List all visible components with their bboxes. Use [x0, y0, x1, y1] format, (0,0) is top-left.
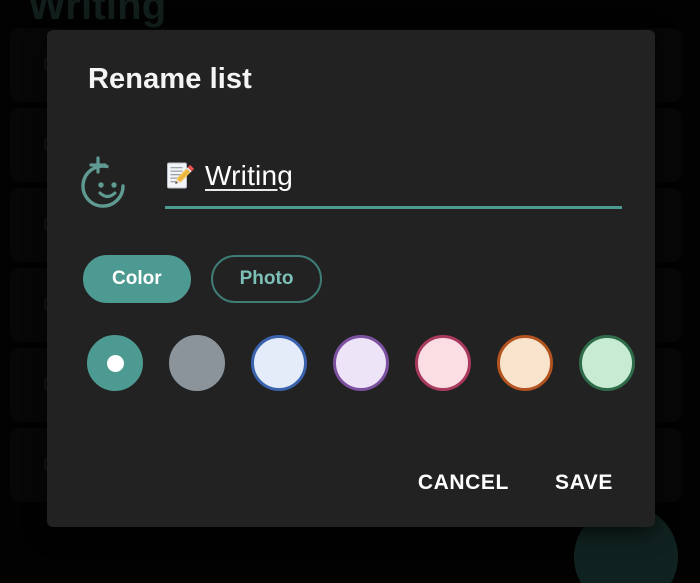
swatch-blue[interactable] — [251, 335, 307, 391]
tab-color[interactable]: Color — [83, 255, 191, 303]
tab-photo[interactable]: Photo — [210, 255, 323, 303]
rename-list-dialog: Rename list Writing Color Photo CANCEL S… — [47, 30, 655, 527]
list-name-value[interactable]: Writing — [205, 160, 293, 192]
save-button[interactable]: SAVE — [555, 471, 613, 495]
swatch-teal[interactable] — [87, 335, 143, 391]
swatch-selected-indicator — [106, 354, 124, 372]
add-emoji-icon[interactable] — [81, 152, 139, 210]
dialog-title: Rename list — [88, 63, 252, 95]
list-name-row: Writing — [81, 148, 626, 218]
memo-emoji — [165, 161, 195, 191]
cancel-button[interactable]: CANCEL — [418, 471, 509, 495]
list-name-field[interactable]: Writing — [165, 148, 626, 216]
swatch-mint[interactable] — [579, 335, 635, 391]
color-swatch-row — [87, 335, 635, 391]
swatch-pink[interactable] — [415, 335, 471, 391]
background-type-tabs: Color Photo — [83, 255, 323, 303]
swatch-purple[interactable] — [333, 335, 389, 391]
swatch-gray[interactable] — [169, 335, 225, 391]
swatch-cream[interactable] — [497, 335, 553, 391]
list-name-underline — [165, 206, 622, 209]
dialog-actions: CANCEL SAVE — [418, 471, 613, 495]
